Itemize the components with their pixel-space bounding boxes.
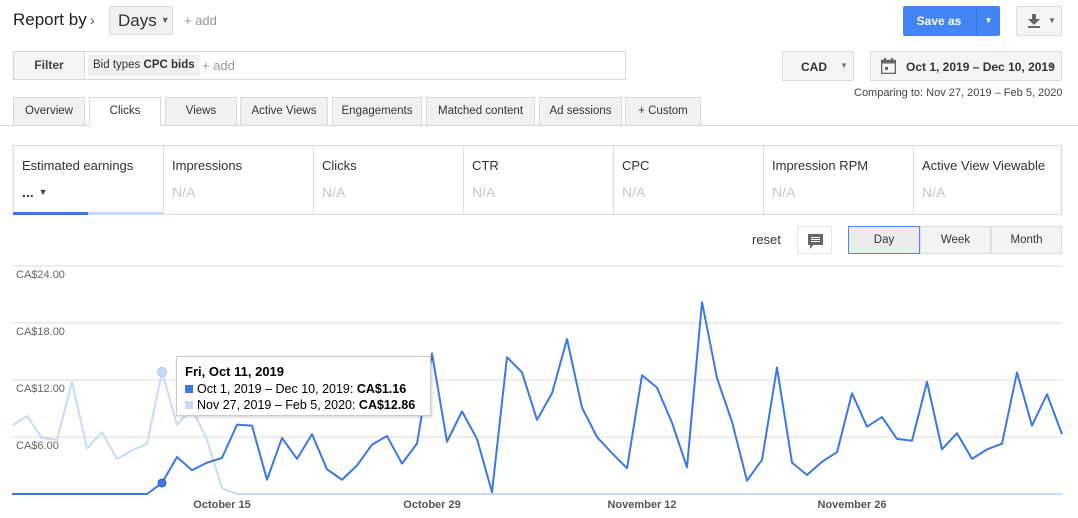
tooltip-row-value: CA$1.16: [356, 382, 407, 396]
scorecard-title: Impression RPM: [772, 158, 869, 173]
x-tick-label: October 15: [193, 499, 250, 511]
chart-tooltip: Fri, Oct 11, 2019 Oct 1, 2019 – Dec 10, …: [176, 356, 431, 416]
scorecard-active-view-viewable[interactable]: Active View Viewable N/A: [914, 146, 1063, 215]
x-axis-labels: October 15 October 29 November 12 November …: [193, 499, 886, 511]
series-line-comparison: [11, 370, 1062, 495]
scorecards-divider: [163, 214, 1062, 215]
tooltip-row-compare: Nov 27, 2019 – Feb 5, 2020: CA$12.86: [185, 397, 430, 413]
y-tick-label: CA$18.00: [16, 326, 65, 338]
download-icon: [1028, 14, 1040, 28]
metric-scorecards: Estimated earnings ... ▼ Impressions N/A …: [13, 145, 1062, 215]
scorecard-value: N/A: [472, 184, 496, 200]
filter-bar: Filter Bid types CPC bids + add: [13, 51, 626, 80]
scorecard-title: CPC: [622, 158, 650, 173]
x-tick-label: November 12: [607, 499, 676, 511]
hover-point-current: [157, 478, 167, 488]
tab-ad-sessions[interactable]: Ad sessions: [539, 97, 622, 126]
add-dimension-link[interactable]: + add: [184, 13, 217, 28]
tooltip-date: Fri, Oct 11, 2019: [185, 364, 285, 379]
scorecard-title: Clicks: [322, 158, 357, 173]
granularity-month-button[interactable]: Month: [991, 226, 1062, 254]
caret-down-icon[interactable]: ▼: [39, 187, 48, 197]
caret-down-icon: ▼: [1048, 16, 1056, 25]
filter-chip-bid-types[interactable]: Bid types CPC bids: [88, 55, 200, 76]
scorecard-value: N/A: [772, 184, 796, 200]
y-tick-label: CA$12.00: [16, 383, 65, 395]
scorecard-value: N/A: [622, 184, 646, 200]
annotation-button[interactable]: [797, 226, 832, 254]
legend-swatch-compare: [185, 401, 193, 409]
tab-engagements[interactable]: Engagements: [332, 97, 422, 126]
scorecard-title: Impressions: [172, 158, 243, 173]
tooltip-row-current: Oct 1, 2019 – Dec 10, 2019: CA$1.16: [185, 381, 430, 397]
series-lines: [11, 301, 1063, 495]
caret-down-icon: ▼: [160, 15, 170, 25]
save-as-button-group: Save as ▼: [903, 6, 1000, 36]
scorecard-estimated-earnings[interactable]: Estimated earnings ... ▼: [14, 146, 164, 215]
save-as-button[interactable]: Save as: [903, 6, 975, 36]
filter-chip-value: CPC bids: [143, 59, 195, 71]
scorecard-value: N/A: [922, 184, 946, 200]
granularity-week-button[interactable]: Week: [920, 226, 991, 254]
scorecard-value: N/A: [172, 184, 196, 200]
x-tick-label: October 29: [403, 499, 460, 511]
hover-point-comparison: [157, 366, 167, 377]
comparison-range-text: Comparing to: Nov 27, 2019 – Feb 5, 2020: [854, 87, 1063, 99]
save-as-menu-caret-icon[interactable]: ▼: [976, 6, 1000, 36]
y-axis-labels: CA$24.00 CA$18.00 CA$12.00 CA$6.00: [16, 269, 65, 452]
tooltip-row-label: Nov 27, 2019 – Feb 5, 2020:: [197, 398, 359, 412]
scorecard-impression-rpm[interactable]: Impression RPM N/A: [764, 146, 914, 215]
y-tick-label: CA$6.00: [16, 440, 59, 452]
comment-icon: [808, 234, 823, 249]
x-tick-label: November 26: [817, 499, 886, 511]
y-tick-label: CA$24.00: [16, 269, 65, 281]
legend-swatch-current: [185, 385, 193, 393]
tab-matched-content[interactable]: Matched content: [426, 97, 535, 126]
tab-clicks[interactable]: Clicks: [89, 97, 161, 126]
scorecard-ctr[interactable]: CTR N/A: [464, 146, 614, 215]
scorecard-impressions[interactable]: Impressions N/A: [164, 146, 314, 215]
calendar-icon: [881, 58, 896, 74]
reset-link[interactable]: reset: [752, 232, 781, 247]
scorecard-value: N/A: [322, 184, 346, 200]
caret-down-icon: ▼: [1047, 61, 1055, 70]
date-range-label: Oct 1, 2019 – Dec 10, 2019: [906, 60, 1055, 74]
scorecard-value-text: ...: [22, 184, 34, 200]
report-by-label: Report by: [13, 10, 87, 29]
earnings-line-chart[interactable]: CA$24.00 CA$18.00 CA$12.00 CA$6.00 October …: [0, 258, 1078, 518]
download-button[interactable]: ▼: [1016, 6, 1062, 36]
dimension-dropdown[interactable]: Days ▼: [109, 6, 173, 35]
tab-custom[interactable]: + Custom: [625, 97, 701, 126]
date-range-picker[interactable]: Oct 1, 2019 – Dec 10, 2019 ▼: [870, 51, 1062, 81]
scorecard-title: Estimated earnings: [22, 158, 134, 173]
filter-chip-prefix: Bid types: [93, 59, 141, 71]
scorecard-title: CTR: [472, 158, 499, 173]
dimension-label: Days: [118, 11, 157, 30]
tab-overview[interactable]: Overview: [13, 97, 85, 126]
gridlines: [12, 265, 1062, 438]
currency-label: CAD: [801, 60, 827, 74]
granularity-day-button[interactable]: Day: [848, 226, 920, 254]
scorecard-title: Active View Viewable: [922, 158, 1046, 173]
tooltip-row-value: CA$12.86: [358, 398, 416, 412]
tab-views[interactable]: Views: [165, 97, 237, 126]
chevron-right-icon: ›: [90, 12, 95, 28]
filter-button[interactable]: Filter: [14, 52, 85, 79]
currency-dropdown[interactable]: CAD ▼: [782, 51, 854, 81]
add-filter-link[interactable]: + add: [202, 58, 235, 73]
scorecard-value: ... ▼: [22, 184, 48, 200]
caret-down-icon: ▼: [840, 61, 848, 70]
tab-active-views[interactable]: Active Views: [240, 97, 328, 126]
tooltip-row-label: Oct 1, 2019 – Dec 10, 2019:: [197, 382, 357, 396]
selected-scorecard-indicator: [13, 212, 163, 215]
scorecard-clicks[interactable]: Clicks N/A: [314, 146, 464, 215]
scorecard-cpc[interactable]: CPC N/A: [614, 146, 764, 215]
